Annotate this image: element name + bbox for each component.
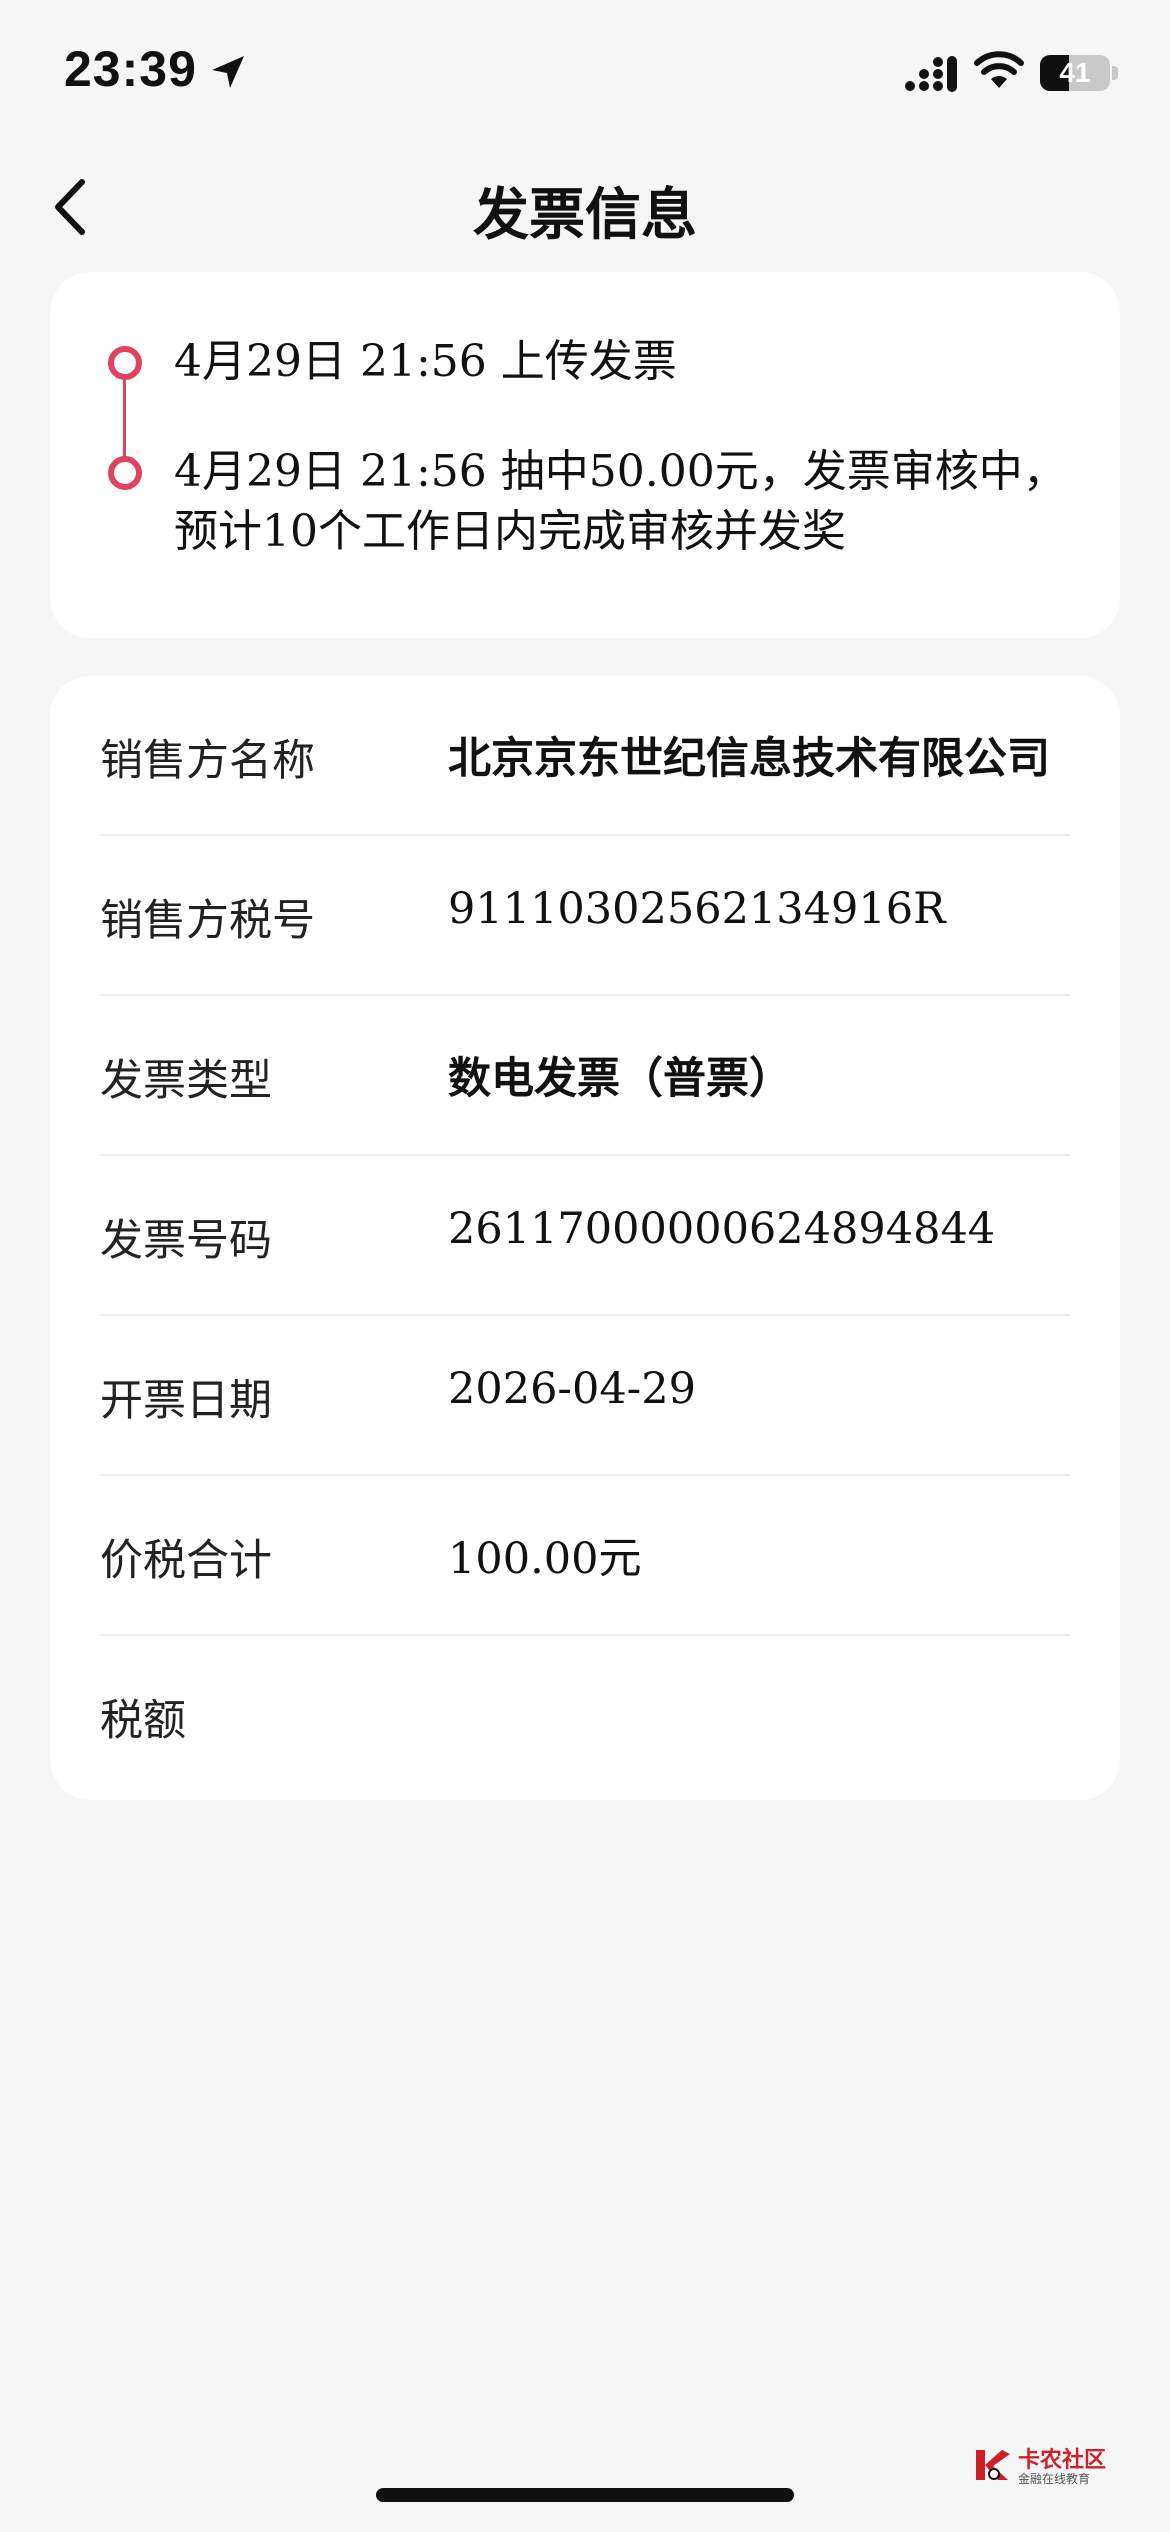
page-title: 发票信息 <box>473 183 697 248</box>
info-value: 26117000000624894844 <box>448 1204 996 1254</box>
info-row-invoice-type: 发票类型 数电发票（普票） <box>100 996 1070 1156</box>
timeline-dot-icon <box>108 456 142 490</box>
location-arrow-icon <box>212 56 244 88</box>
timeline-card: 4月29日 21:56 上传发票 4月29日 21:56 抽中50.00元，发票… <box>50 272 1120 638</box>
info-label: 开票日期 <box>100 1376 272 1426</box>
timeline-dot-icon <box>108 346 142 380</box>
info-label: 税额 <box>100 1696 186 1746</box>
invoice-info-card: 销售方名称 北京京东世纪信息技术有限公司 销售方税号 9111030256213… <box>50 676 1120 1800</box>
status-time: 23:39 <box>64 41 197 97</box>
info-value: 91110302562134916R <box>448 884 946 934</box>
info-row-total-amount: 价税合计 100.00元 <box>100 1476 1070 1636</box>
info-row-issue-date: 开票日期 2026-04-29 <box>100 1316 1070 1476</box>
info-value: 数电发票（普票） <box>448 1054 792 1104</box>
timeline-event: 4月29日 21:56 抽中50.00元，发票审核中，预计10个工作日内完成审核… <box>174 446 1067 557</box>
info-row-invoice-number: 发票号码 26117000000624894844 <box>100 1156 1070 1316</box>
home-indicator[interactable] <box>376 2488 794 2502</box>
info-label: 发票号码 <box>100 1216 272 1266</box>
watermark: 卡农社区 金融在线教育 <box>972 2440 1122 2490</box>
info-label: 销售方名称 <box>100 736 315 786</box>
nav-bar: 发票信息 <box>0 150 1170 260</box>
info-label: 销售方税号 <box>100 896 315 946</box>
info-value: 100.00元 <box>448 1534 642 1584</box>
battery-icon: 41 <box>1040 55 1110 91</box>
info-value: 2026-04-29 <box>448 1364 696 1414</box>
watermark-subtitle: 金融在线教育 <box>1018 2472 1091 2486</box>
info-row-tax-amount: 税额 <box>100 1636 1070 1796</box>
signal-icon <box>905 56 957 92</box>
battery-percentage: 41 <box>1059 57 1091 88</box>
timeline-event: 4月29日 21:56 上传发票 <box>174 336 677 387</box>
wifi-icon <box>974 51 1024 88</box>
status-bar: 23:39 41 <box>0 0 1170 130</box>
watermark-logo-icon <box>976 2450 1010 2480</box>
info-row-seller-name: 销售方名称 北京京东世纪信息技术有限公司 <box>100 676 1070 836</box>
battery-cap <box>1112 66 1118 80</box>
info-label: 价税合计 <box>100 1536 272 1586</box>
info-row-seller-tax-id: 销售方税号 91110302562134916R <box>100 836 1070 996</box>
info-value: 北京京东世纪信息技术有限公司 <box>448 734 1050 784</box>
info-label: 发票类型 <box>100 1056 272 1106</box>
